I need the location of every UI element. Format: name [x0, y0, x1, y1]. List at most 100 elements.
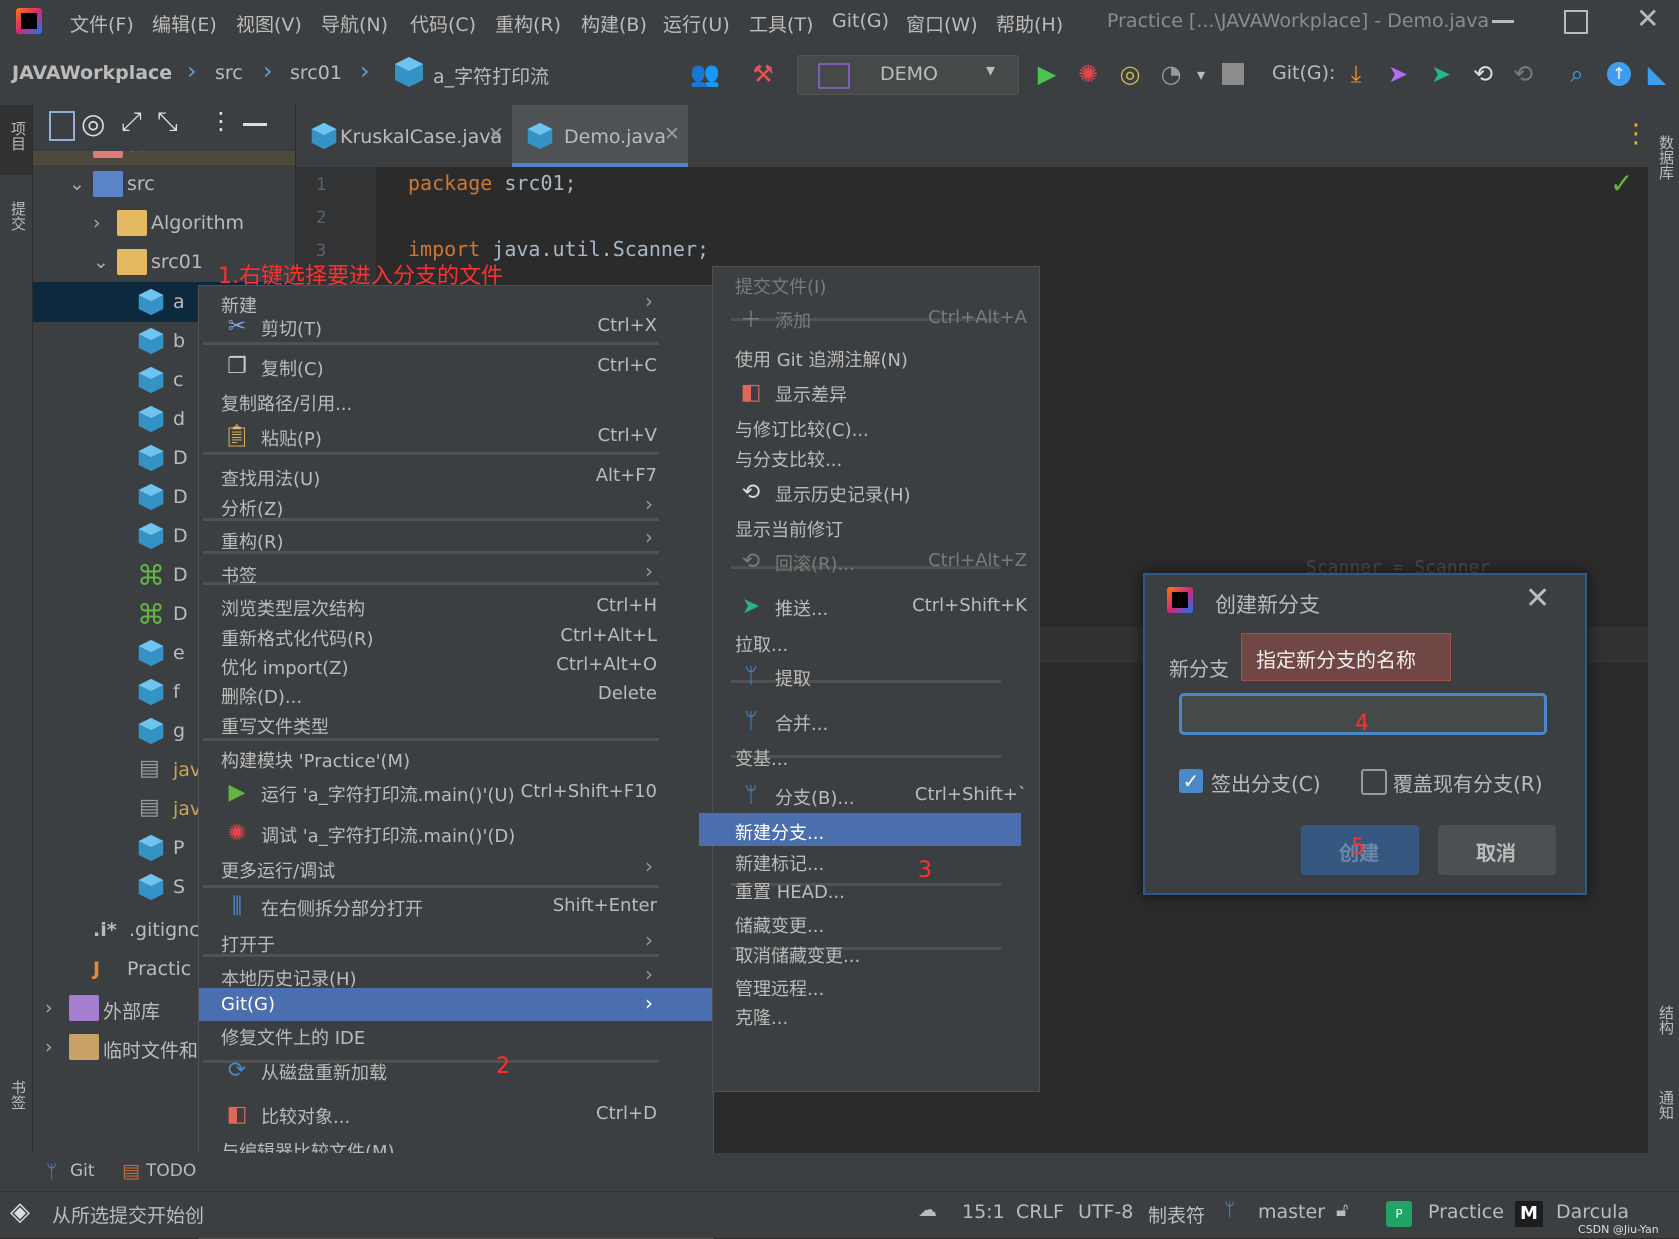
- stop-icon[interactable]: [1216, 57, 1250, 91]
- tree-row-algorithm[interactable]: › Algorithm: [33, 203, 295, 243]
- menu-tools[interactable]: 工具(T): [749, 10, 813, 37]
- git-menu-item[interactable]: 提交文件(I): [713, 267, 1039, 300]
- close-tab-icon[interactable]: ✕: [488, 123, 504, 145]
- plugin-icon[interactable]: ◣: [1640, 57, 1674, 91]
- indent-setting[interactable]: 制表符: [1148, 1201, 1205, 1228]
- menu-navigate[interactable]: 导航(N): [321, 10, 388, 37]
- coverage-icon[interactable]: ◎: [1113, 57, 1147, 91]
- tool-tab-todo[interactable]: TODO: [146, 1161, 196, 1181]
- debug-icon[interactable]: ✺: [1071, 57, 1105, 91]
- tab-demo[interactable]: Demo.java ✕: [512, 105, 688, 167]
- git-branch-widget[interactable]: master: [1258, 1201, 1325, 1223]
- cancel-button[interactable]: 取消: [1438, 825, 1556, 875]
- select-opened-file-icon[interactable]: [49, 111, 75, 141]
- menu-help[interactable]: 帮助(H): [996, 10, 1063, 37]
- checkout-branch-checkbox[interactable]: ✓: [1179, 769, 1203, 793]
- git-menu-item[interactable]: 重置 HEAD...: [713, 872, 1039, 905]
- menu-run[interactable]: 运行(U): [663, 10, 730, 37]
- menu-git[interactable]: Git(G): [832, 10, 889, 32]
- overwrite-branch-checkbox[interactable]: [1361, 769, 1387, 795]
- menu-item[interactable]: ❐ 复制(C) Ctrl+C: [199, 349, 713, 382]
- editor-options-icon[interactable]: ⋮: [1623, 119, 1649, 149]
- update-available-icon[interactable]: ↑: [1602, 57, 1636, 91]
- run-icon[interactable]: ▶: [1030, 57, 1064, 91]
- lock-icon[interactable]: 🔓︎: [1336, 1199, 1348, 1221]
- git-menu-item[interactable]: 新建分支...: [699, 813, 1021, 846]
- checkout-branch-label[interactable]: 签出分支(C): [1211, 768, 1321, 797]
- chevron-down-icon[interactable]: ▾: [1184, 57, 1218, 91]
- menu-item[interactable]: ⟳ 从磁盘重新加载: [199, 1053, 713, 1086]
- menu-item[interactable]: 📋︎ 粘贴(P) Ctrl+V: [199, 419, 713, 452]
- git-menu-item[interactable]: 克隆...: [713, 998, 1039, 1031]
- create-button[interactable]: 创建 5: [1301, 825, 1419, 875]
- close-dialog-icon[interactable]: ✕: [1525, 581, 1550, 616]
- users-icon[interactable]: 👥: [688, 57, 722, 91]
- git-update-icon[interactable]: ⤓: [1339, 57, 1373, 91]
- git-menu-item[interactable]: 与修订比较(C)...: [713, 410, 1039, 443]
- minimize-button[interactable]: [1492, 20, 1514, 23]
- git-menu-item[interactable]: 变基...: [713, 739, 1039, 772]
- menu-item[interactable]: ⫼ 在右侧拆分部分打开 Shift+Enter: [199, 889, 713, 922]
- menu-file[interactable]: 文件(F): [70, 10, 134, 37]
- git-menu-item[interactable]: ⟲ 回滚(R)... Ctrl+Alt+Z: [713, 544, 1039, 577]
- breadcrumb-src01[interactable]: src01: [290, 62, 342, 84]
- menu-item[interactable]: 分析(Z) ›: [199, 489, 713, 522]
- breadcrumb-project[interactable]: JAVAWorkplace: [12, 62, 172, 84]
- inspection-ok-icon[interactable]: ✓: [1610, 167, 1633, 200]
- menu-item[interactable]: 查找用法(U) Alt+F7: [199, 459, 713, 492]
- git-menu-item[interactable]: ᛘ 合并...: [713, 704, 1039, 737]
- bookmarks-tab-label[interactable]: 书签: [8, 1080, 29, 1110]
- menu-window[interactable]: 窗口(W): [906, 10, 978, 37]
- git-menu-item[interactable]: 显示当前修订: [713, 510, 1039, 543]
- git-menu-item[interactable]: ⟲ 显示历史记录(H): [713, 475, 1039, 508]
- git-menu-item[interactable]: ᛘ 提取: [713, 659, 1039, 692]
- git-commit-icon[interactable]: ➤: [1381, 57, 1415, 91]
- git-menu-item[interactable]: 取消储藏变更...: [713, 936, 1039, 969]
- git-push-icon[interactable]: ➤: [1424, 57, 1458, 91]
- project-tab-label[interactable]: 项目: [8, 121, 29, 151]
- git-menu-item[interactable]: 储藏变更...: [713, 906, 1039, 939]
- file-encoding[interactable]: UTF-8: [1078, 1201, 1133, 1223]
- tree-row-src[interactable]: ⌄ src: [33, 164, 295, 204]
- project-widget[interactable]: Practice: [1428, 1201, 1504, 1223]
- theme-widget[interactable]: Darcula: [1556, 1201, 1629, 1223]
- menu-item[interactable]: 构建模块 'Practice'(M): [199, 741, 713, 774]
- layers-icon[interactable]: ◈: [10, 1197, 30, 1227]
- hammer-icon[interactable]: ⚒: [746, 57, 780, 91]
- background-tasks-icon[interactable]: ☁: [918, 1199, 937, 1221]
- run-configuration-select[interactable]: DEMO ▾: [797, 55, 1019, 95]
- git-menu-item[interactable]: ◧ 显示差异: [713, 375, 1039, 408]
- menu-view[interactable]: 视图(V): [236, 10, 302, 37]
- git-menu-item[interactable]: 使用 Git 追溯注解(N): [713, 340, 1039, 373]
- menu-code[interactable]: 代码(C): [410, 10, 476, 37]
- tool-tab-git[interactable]: Git: [70, 1161, 95, 1181]
- search-icon[interactable]: ⌕: [1560, 57, 1594, 91]
- tab-kruskalcase[interactable]: KruskalCase.java ✕: [296, 105, 508, 167]
- menu-item[interactable]: 重写文件类型: [199, 707, 713, 740]
- menu-item[interactable]: ✺ 调试 'a_字符打印流.main()'(D): [199, 816, 713, 849]
- database-tab-label[interactable]: 数据库: [1656, 135, 1677, 180]
- profiler-icon[interactable]: ◔: [1154, 57, 1188, 91]
- menu-refactor[interactable]: 重构(R): [495, 10, 561, 37]
- close-tab-icon[interactable]: ✕: [664, 123, 680, 145]
- git-menu-item[interactable]: 与分支比较...: [713, 440, 1039, 473]
- menu-item[interactable]: 更多运行/调试 ›: [199, 851, 713, 884]
- close-window-button[interactable]: ✕: [1636, 2, 1659, 35]
- maximize-button[interactable]: [1564, 10, 1588, 34]
- menu-item[interactable]: Git(G) ›: [199, 988, 713, 1021]
- structure-tab-label[interactable]: 结构: [1656, 1005, 1677, 1035]
- menu-item[interactable]: 书签 ›: [199, 556, 713, 589]
- git-menu-item[interactable]: ᛘ 分支(B)... Ctrl+Shift+`: [713, 778, 1039, 811]
- menu-item[interactable]: 打开于 ›: [199, 925, 713, 958]
- menu-item[interactable]: 删除(D)... Delete: [199, 677, 713, 710]
- overwrite-branch-label[interactable]: 覆盖现有分支(R): [1393, 768, 1543, 797]
- options-icon[interactable]: ⋮: [209, 107, 233, 135]
- menu-item[interactable]: ◧ 比较对象... Ctrl+D: [199, 1097, 713, 1130]
- history-icon[interactable]: ⟲: [1466, 57, 1500, 91]
- breadcrumb-file[interactable]: a_字符打印流: [433, 62, 549, 89]
- caret-position[interactable]: 15:1: [962, 1201, 1005, 1223]
- menu-edit[interactable]: 编辑(E): [152, 10, 217, 37]
- menu-item[interactable]: 浏览类型层次结构 Ctrl+H: [199, 589, 713, 622]
- git-menu-item[interactable]: 拉取...: [713, 625, 1039, 658]
- collapse-all-icon[interactable]: ⤡: [157, 107, 178, 138]
